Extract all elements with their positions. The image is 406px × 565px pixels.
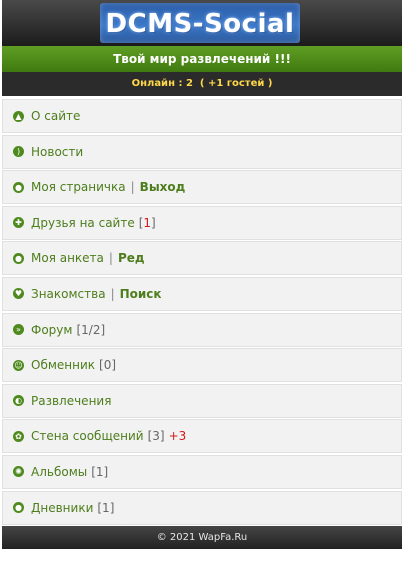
logo-text: DCMS-Social <box>105 9 295 39</box>
rss-icon: ) <box>13 146 24 158</box>
menu-item-diaries[interactable]: ● Дневники [1] <box>2 490 402 525</box>
menu-label: Новости <box>31 144 84 159</box>
header-bar: DCMS-Social <box>2 0 402 46</box>
friends-icon: ✚ <box>13 217 24 229</box>
exchange-icon: ☺ <box>13 359 24 371</box>
footer: © 2021 WapFa.Ru <box>2 526 402 550</box>
separator: | <box>108 251 113 266</box>
diary-icon: ● <box>13 502 24 514</box>
menu-label: Развлечения <box>31 393 112 408</box>
search-link[interactable]: Поиск <box>120 287 162 301</box>
diaries-count: [1] <box>97 500 115 515</box>
heart-icon: ♥ <box>13 288 24 300</box>
menu-item-forum[interactable]: » Форум [1/2] <box>2 312 402 347</box>
online-label: Онлайн : <box>131 78 186 89</box>
wall-new-count: +3 <box>168 429 187 444</box>
menu-item-exchange[interactable]: ☺ Обменник [0] <box>2 348 402 383</box>
menu-label: Моя страничка <box>31 180 126 195</box>
edit-profile-link[interactable]: Ред <box>118 251 145 265</box>
games-icon: ◐ <box>13 395 24 407</box>
profile-icon: ● <box>13 252 24 264</box>
user-icon: ● <box>13 181 24 193</box>
menu-item-my-page[interactable]: ● Моя страничка | Выход <box>2 170 402 205</box>
menu-label: О сайте <box>31 109 81 123</box>
menu-item-albums[interactable]: ✺ Альбомы [1] <box>2 454 402 489</box>
menu-item-wall[interactable]: ✿ Стена сообщений [3] +3 <box>2 419 402 454</box>
menu-item-games[interactable]: ◐ Развлечения <box>2 383 402 418</box>
menu-item-profile[interactable]: ● Моя анкета | Ред <box>2 241 402 276</box>
albums-icon: ✺ <box>13 466 24 478</box>
exchange-count: [0] <box>99 358 117 373</box>
separator: | <box>130 180 135 195</box>
online-status[interactable]: Онлайн : 2 ( +1 гостей ) <box>2 72 402 96</box>
logout-link[interactable]: Выход <box>140 180 186 194</box>
online-count: 2 <box>185 78 193 89</box>
forum-count: [1/2] <box>76 322 106 337</box>
arrow-up-icon: ▲ <box>13 110 24 122</box>
menu-label: Знакомства <box>31 286 106 301</box>
menu-item-about[interactable]: ▲ О сайте <box>2 99 402 133</box>
menu-item-dating[interactable]: ♥ Знакомства | Поиск <box>2 276 402 311</box>
forum-icon: » <box>13 324 24 336</box>
menu-label: Форум <box>31 322 73 337</box>
menu-item-friends[interactable]: ✚ Друзья на сайте [1] <box>2 205 402 240</box>
main-menu: ▲ О сайте ) Новости ● Моя страничка | Вы… <box>2 99 402 525</box>
menu-label: Дневники <box>31 500 94 515</box>
site-slogan: Твой мир развлечений !!! <box>2 46 402 72</box>
site-logo[interactable]: DCMS-Social <box>100 3 300 43</box>
menu-label: Обменник <box>31 358 96 373</box>
albums-count: [1] <box>91 464 109 479</box>
separator: | <box>110 286 115 301</box>
menu-label: Стена сообщений <box>31 429 144 444</box>
wall-icon: ✿ <box>13 430 24 442</box>
wall-count: [3] <box>147 429 165 444</box>
friends-count: [1] <box>138 215 156 230</box>
menu-label: Альбомы <box>31 464 88 479</box>
page: DCMS-Social Твой мир развлечений !!! Онл… <box>2 0 402 550</box>
menu-label: Друзья на сайте <box>31 215 135 230</box>
menu-item-news[interactable]: ) Новости <box>2 134 402 169</box>
menu-label: Моя анкета <box>31 251 104 266</box>
guests-count: ( +1 гостей ) <box>199 78 273 89</box>
